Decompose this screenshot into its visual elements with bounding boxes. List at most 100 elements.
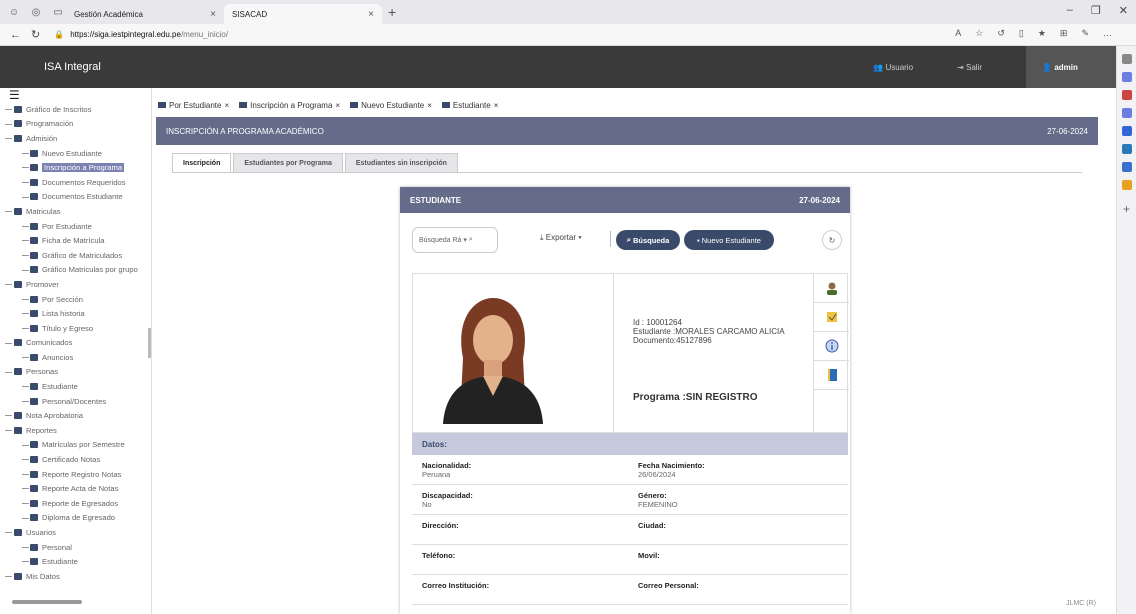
tab-por-estudiante[interactable]: Por Estudiante × — [158, 98, 229, 112]
extensions-icon[interactable]: ✎ — [1081, 28, 1089, 39]
add-icon[interactable]: + — [1117, 202, 1136, 216]
workspaces-icon[interactable]: ◎ — [28, 4, 44, 20]
assign-icon[interactable] — [814, 303, 849, 332]
sidebar-item[interactable]: Personal/Docentes — [0, 394, 151, 409]
tab-estudiantes-por-programa[interactable]: Estudiantes por Programa — [233, 153, 343, 173]
sidebar-scrollbar[interactable] — [148, 328, 151, 358]
sidebar-item[interactable]: Estudiante — [0, 379, 151, 394]
sidebar-item-label: Estudiante — [42, 557, 78, 567]
refresh-page-icon[interactable]: ↺ — [997, 28, 1005, 39]
sidebar-item[interactable]: Título y Egreso — [0, 321, 151, 336]
people-icon[interactable] — [1121, 108, 1132, 118]
back-icon[interactable]: ← — [10, 29, 21, 41]
search-icon: ⌕ — [468, 236, 473, 243]
user-edit-icon[interactable] — [814, 274, 849, 303]
tab-inscripcion[interactable]: Inscripción — [172, 153, 232, 173]
tab-estudiante[interactable]: Estudiante × — [441, 98, 498, 112]
drop-icon[interactable] — [1121, 180, 1132, 190]
url-field[interactable]: 🔒 https://siga.iestpintegral.edu.pe/menu… — [54, 30, 228, 39]
busqueda-button[interactable]: ⌕ Búsqueda — [616, 230, 680, 250]
search-icon: ⌕ — [626, 235, 631, 244]
sidebar-item[interactable]: Comunicados — [0, 336, 151, 351]
refresh-button[interactable]: ↻ — [822, 230, 842, 250]
browser-tab-gestion[interactable]: Gestión Académica × — [66, 4, 224, 24]
sidebar-item[interactable]: Documentos Estudiante — [0, 190, 151, 205]
tab-nuevo-estudiante[interactable]: Nuevo Estudiante × — [350, 98, 432, 112]
data-cell: Fecha Nacimiento: 26/06/2024 — [638, 461, 705, 479]
sidebar-item[interactable]: Nuevo Estudiante — [0, 146, 151, 161]
tab-inscripcion-programa[interactable]: Inscripción a Programa × — [239, 98, 340, 112]
sidebar-item[interactable]: Anuncios — [0, 350, 151, 365]
app-brand[interactable]: ISA Integral — [44, 61, 101, 73]
nuevo-estudiante-button[interactable]: ▪ Nuevo Estudiante — [684, 230, 774, 250]
sidebar-item[interactable]: Reporte de Egresados — [0, 496, 151, 511]
favorites-icon[interactable]: ★ — [1038, 28, 1046, 39]
sidebar-item[interactable]: Por Sección — [0, 292, 151, 307]
sidebar-item[interactable]: Promover — [0, 277, 151, 292]
sidebar-item[interactable]: Reporte Acta de Notas — [0, 481, 151, 496]
close-icon[interactable]: × — [210, 9, 216, 20]
sidebar-item[interactable]: Reportes — [0, 423, 151, 438]
sidebar-item[interactable]: Admisión — [0, 131, 151, 146]
collections-icon[interactable]: ⊞ — [1060, 28, 1068, 39]
book-icon[interactable] — [814, 361, 849, 390]
sidebar-item[interactable]: Personal — [0, 540, 151, 555]
new-tab-button[interactable]: + — [388, 4, 396, 20]
shopping-icon[interactable] — [1121, 72, 1132, 82]
more-icon[interactable]: … — [1103, 28, 1112, 39]
close-icon[interactable]: × — [368, 9, 374, 20]
minimize-icon[interactable]: – — [1067, 4, 1073, 17]
sidebar-item[interactable]: Gráfico de Matriculados — [0, 248, 151, 263]
field-value: No — [422, 500, 432, 509]
tab-estudiantes-sin-inscripcion[interactable]: Estudiantes sin inscripción — [344, 153, 458, 173]
close-window-icon[interactable]: ✕ — [1119, 4, 1128, 17]
sidebar-item[interactable]: Ficha de Matrícula — [0, 233, 151, 248]
sidebar-item[interactable]: Programación — [0, 117, 151, 132]
sidebar-item[interactable]: Diploma de Egresado — [0, 511, 151, 526]
sidebar-item[interactable]: Personas — [0, 365, 151, 380]
tools-icon[interactable] — [1121, 90, 1132, 100]
sidebar-tree: Gráfico de Inscritos Programación Admisión… — [0, 102, 151, 584]
sidebar-item[interactable]: Mis Datos — [0, 569, 151, 584]
menu-item-icon — [14, 120, 22, 128]
sidebar-item[interactable]: Nota Aprobatoria — [0, 408, 151, 423]
sidebar-item[interactable]: Usuarios — [0, 525, 151, 540]
office-icon[interactable] — [1121, 126, 1132, 136]
split-icon[interactable]: ▯ — [1019, 28, 1024, 39]
admin-menu[interactable]: 👤 admin — [1026, 46, 1116, 88]
sidebar-item[interactable]: Lista historia — [0, 306, 151, 321]
menu-icon[interactable]: ☰ — [9, 88, 20, 102]
menu-item-icon — [30, 383, 38, 391]
sidebar-item[interactable]: Por Estudiante — [0, 219, 151, 234]
restore-icon[interactable]: ❐ — [1091, 4, 1101, 17]
profile-icon[interactable]: ☺ — [6, 4, 22, 20]
data-cell: Discapacidad: No — [422, 491, 473, 509]
salir-link[interactable]: ⇥ Salir — [957, 63, 1004, 72]
sidebar-item[interactable]: Inscripción a Programa — [0, 160, 151, 175]
student-card: ESTUDIANTE 27-06-2024 Búsqueda Rá ▾ ⌕ ⤓ … — [400, 187, 850, 614]
usuario-link[interactable]: 👥 Usuario — [873, 63, 935, 72]
favorite-icon[interactable]: ☆ — [975, 28, 983, 39]
export-button[interactable]: ⤓ Exportar ▾ — [540, 233, 582, 243]
sidebar-item[interactable]: Gráfico de Inscritos — [0, 102, 151, 117]
read-aloud-icon[interactable]: A — [955, 28, 961, 39]
menu-item-icon — [14, 426, 22, 434]
sidebar-item[interactable]: Estudiante — [0, 554, 151, 569]
sidebar-item-label: Programación — [26, 119, 74, 129]
refresh-icon[interactable]: ↻ — [31, 28, 40, 41]
sidebar-item[interactable]: Reporte Registro Notas — [0, 467, 151, 482]
browser-tab-sisacad[interactable]: SISACAD × — [224, 4, 382, 24]
search-input[interactable]: Búsqueda Rá ▾ ⌕ — [412, 227, 498, 253]
data-row: Dirección: Ciudad: — [412, 515, 848, 545]
outlook-icon[interactable] — [1121, 144, 1132, 154]
sidebar-item[interactable]: Gráfico Matriculas por grupo — [0, 263, 151, 278]
copilot-icon[interactable] — [1121, 162, 1132, 172]
sidebar-item[interactable]: Documentos Requeridos — [0, 175, 151, 190]
tab-actions-icon[interactable]: ▭ — [50, 4, 66, 20]
search-icon[interactable] — [1121, 54, 1132, 64]
main-content: Por Estudiante × Inscripción a Programa … — [152, 88, 1116, 614]
info-icon[interactable] — [814, 332, 849, 361]
sidebar-item[interactable]: Certificado Notas — [0, 452, 151, 467]
sidebar-item[interactable]: Matrículas por Semestre — [0, 438, 151, 453]
sidebar-item[interactable]: Matriculas — [0, 204, 151, 219]
